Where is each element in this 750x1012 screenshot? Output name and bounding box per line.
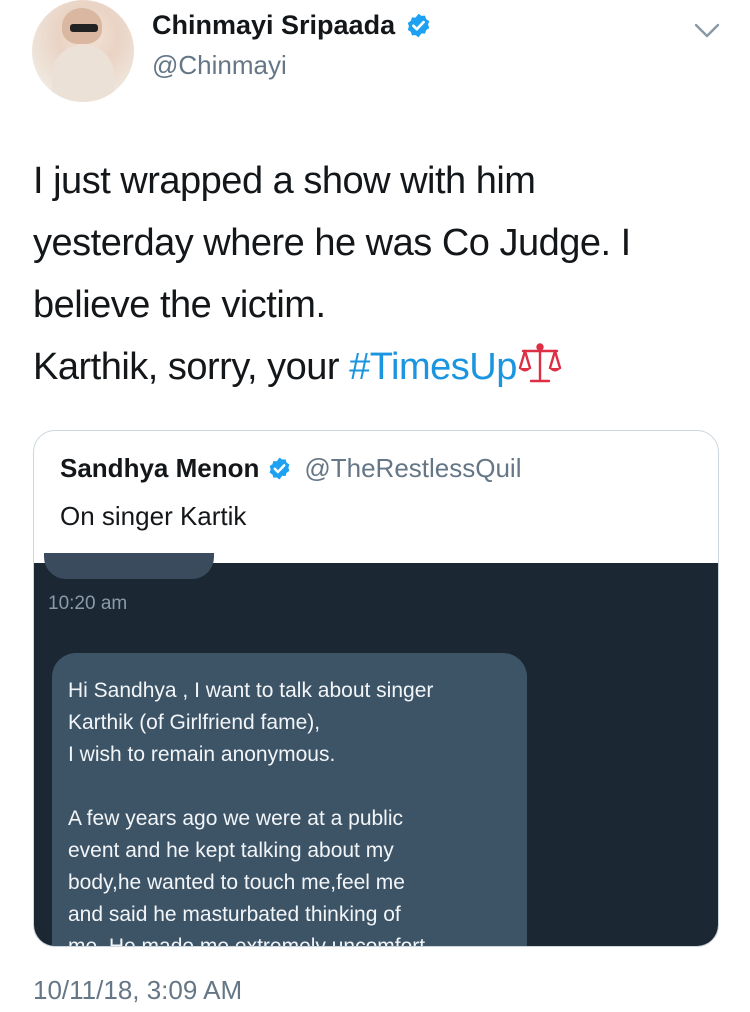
message-line: Karthik (of Girlfriend fame), <box>68 711 321 734</box>
tweet-line-last: Karthik, sorry, your #TimesUp <box>33 336 723 398</box>
message-line: I wish to remain anonymous. <box>68 743 336 766</box>
tweet-line: believe the victim. <box>33 284 326 326</box>
message-line: A few years ago we were at a public <box>68 807 404 830</box>
avatar-sunglasses <box>70 24 98 32</box>
avatar-body <box>52 45 114 102</box>
verified-badge-icon <box>407 13 430 38</box>
author-avatar[interactable] <box>32 0 134 102</box>
quoted-tweet-card[interactable]: Sandhya Menon @TheRestlessQuil On singer… <box>33 430 719 947</box>
balance-scale-icon <box>518 343 562 383</box>
quoted-dm-screenshot[interactable]: 10:20 am Hi Sandhya , I want to talk abo… <box>34 553 718 947</box>
tweet-timestamp[interactable]: 10/11/18, 3:09 AM <box>33 975 242 1006</box>
quoted-author-handle: @TheRestlessQuil <box>304 453 522 483</box>
message-bubble: Hi Sandhya , I want to talk about singer… <box>52 653 527 947</box>
quoted-tweet-header: Sandhya Menon @TheRestlessQuil <box>60 453 522 484</box>
tweet-line: I just wrapped a show with him <box>33 160 536 202</box>
previous-message-bubble <box>44 553 214 579</box>
verified-badge-icon <box>269 457 290 480</box>
tweet-text: I just wrapped a show with him yesterday… <box>33 150 723 398</box>
message-line: and said he masturbated thinking of <box>68 903 401 926</box>
tweet-line-prefix: Karthik, sorry, your <box>33 346 350 388</box>
message-paragraph-gap <box>68 771 511 803</box>
message-line: Hi Sandhya , I want to talk about singer <box>68 679 434 702</box>
message-time: 10:20 am <box>48 593 128 614</box>
message-line: body,he wanted to touch me,feel me <box>68 871 405 894</box>
quoted-author-name: Sandhya Menon <box>60 453 260 483</box>
author-handle[interactable]: @Chinmayi <box>152 50 287 81</box>
chevron-down-icon[interactable] <box>692 20 722 42</box>
hashtag-link[interactable]: #TimesUp <box>349 346 517 388</box>
author-name-row[interactable]: Chinmayi Sripaada <box>152 10 432 41</box>
message-line: me. He made me extremely uncomfort- <box>68 935 433 947</box>
tweet-line: yesterday where he was Co Judge. I <box>33 222 631 264</box>
quoted-tweet-text: On singer Kartik <box>60 501 247 531</box>
message-line: event and he kept talking about my <box>68 839 394 862</box>
author-name[interactable]: Chinmayi Sripaada <box>152 10 395 41</box>
